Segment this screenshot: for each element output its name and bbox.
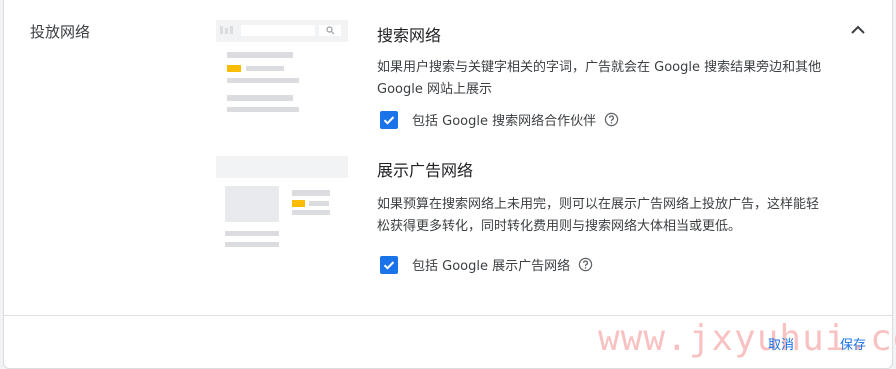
cancel-button[interactable]: 取消 [768,334,794,353]
display-network-label: 包括 Google 展示广告网络 [412,259,571,274]
search-partners-label: 包括 Google 搜索网络合作伙伴 [412,114,597,129]
help-icon[interactable] [604,112,619,127]
search-partners-checkbox[interactable] [380,110,398,129]
display-network-heading: 展示广告网络 [377,161,474,180]
search-network-description: 如果用户搜索与关键字相关的字词，广告就会在 Google 搜索结果旁边和其他 G… [377,60,822,97]
display-network-checkbox[interactable] [380,255,398,274]
save-button[interactable]: 保存 [840,334,866,353]
section-title: 投放网络 [30,23,91,41]
display-network-illustration [216,156,348,262]
collapse-button[interactable] [846,18,870,42]
chevron-up-icon [851,25,865,34]
search-network-heading: 搜索网络 [377,26,442,45]
display-network-description: 如果预算在搜索网络上未用完，则可以在展示广告网络上投放广告，这样能轻松获得更多转… [377,197,820,234]
search-partners-option[interactable]: 包括 Google 搜索网络合作伙伴 [380,110,619,129]
checkmark-icon [383,115,395,125]
search-network-illustration [216,20,348,126]
help-icon[interactable] [578,257,593,272]
footer-divider [4,315,892,316]
display-network-option[interactable]: 包括 Google 展示广告网络 [380,255,593,274]
networks-card: 投放网络 搜索网络 如果用户搜索与关键字相关的字词，广告就会在 Google 搜… [3,0,896,369]
checkmark-icon [383,260,395,270]
